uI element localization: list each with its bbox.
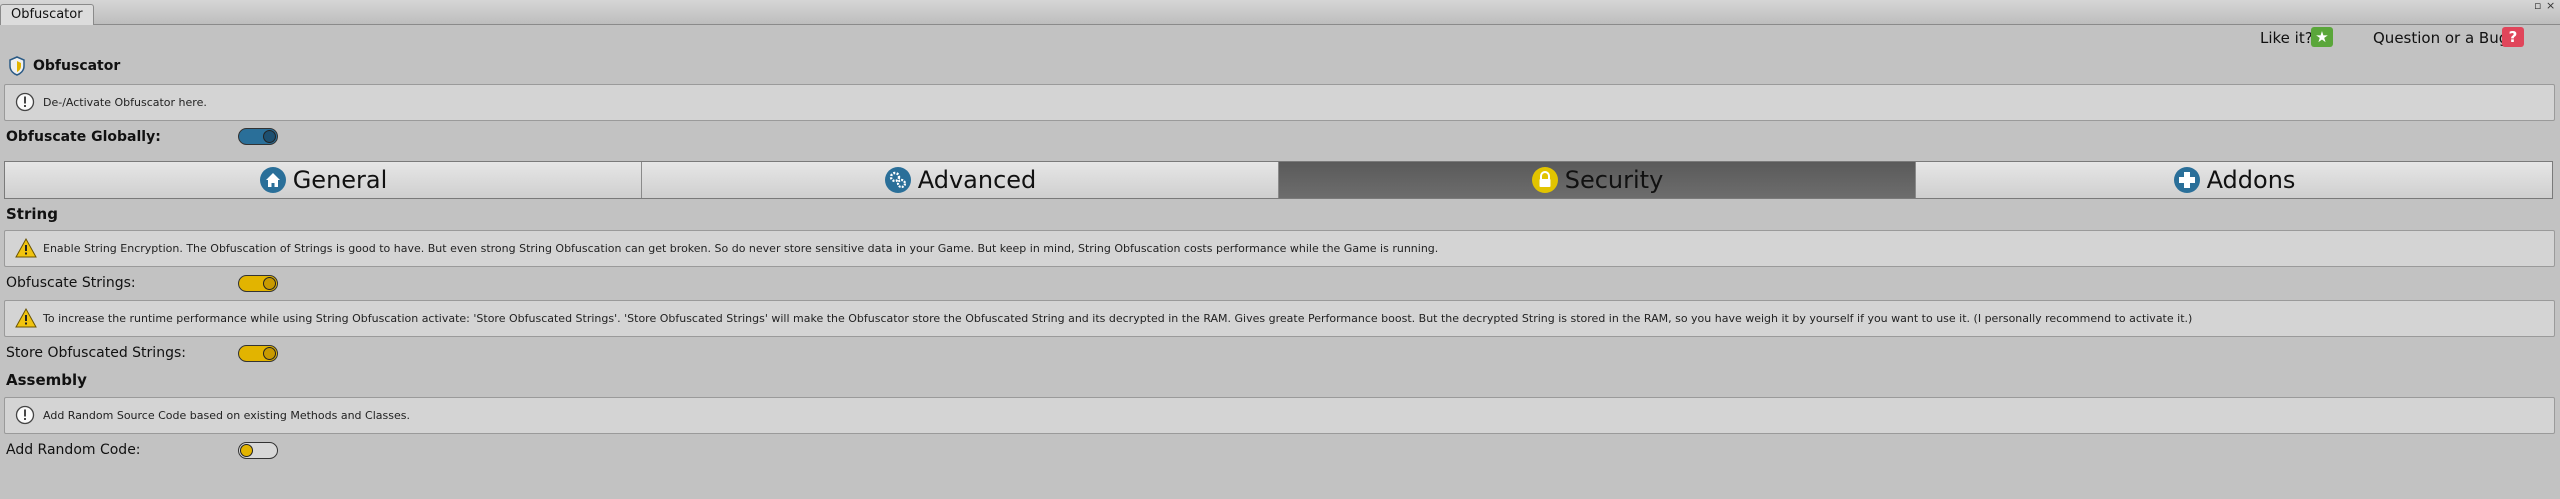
assembly-info-text: Add Random Source Code based on existing… [43, 409, 410, 422]
toggle-knob [263, 347, 276, 360]
store-obfuscated-strings-toggle[interactable] [238, 345, 278, 362]
lock-icon [1531, 167, 1558, 193]
gears-icon [884, 167, 911, 193]
window-titlebar: Obfuscator ▫ × [0, 0, 2560, 25]
obfuscate-globally-toggle[interactable] [238, 128, 278, 145]
toggle-knob [263, 130, 276, 143]
tab-security-label: Security [1564, 166, 1664, 194]
store-warning-box: To increase the runtime performance whil… [4, 300, 2555, 337]
warning-icon [15, 238, 37, 258]
tab-bar: General Advanced Security Addons [4, 161, 2553, 199]
tab-security[interactable]: Security [1279, 162, 1916, 198]
tab-addons-label: Addons [2206, 166, 2296, 194]
warning-icon [15, 308, 37, 328]
tab-advanced[interactable]: Advanced [642, 162, 1279, 198]
tab-advanced-label: Advanced [917, 166, 1037, 194]
intro-help-text: De-/Activate Obfuscator here. [43, 96, 207, 109]
obfuscate-strings-toggle[interactable] [238, 275, 278, 292]
info-icon [15, 405, 35, 425]
add-random-code-label: Add Random Code: [6, 442, 141, 458]
tab-general[interactable]: General [5, 162, 642, 198]
string-warning-text: Enable String Encryption. The Obfuscatio… [43, 242, 1439, 255]
info-icon [15, 92, 35, 112]
home-icon [259, 167, 286, 193]
obfuscate-globally-label: Obfuscate Globally: [6, 129, 161, 145]
like-label: Like it? [2260, 29, 2313, 47]
window-tab-label: Obfuscator [11, 7, 83, 22]
store-warning-text: To increase the runtime performance whil… [43, 312, 2193, 325]
add-random-code-toggle[interactable] [238, 442, 278, 459]
toggle-knob [263, 277, 276, 290]
tab-general-label: General [292, 166, 388, 194]
store-obfuscated-strings-label: Store Obfuscated Strings: [6, 345, 186, 361]
puzzle-icon [2173, 167, 2200, 193]
string-warning-box: Enable String Encryption. The Obfuscatio… [4, 230, 2555, 267]
toggle-knob [240, 444, 253, 457]
shield-icon [9, 56, 25, 76]
window-menu-icon[interactable]: ▫ [2534, 0, 2541, 11]
close-icon[interactable]: × [2546, 0, 2555, 11]
bug-label: Question or a Bug? [2373, 29, 2517, 47]
assembly-section-heading: Assembly [6, 371, 87, 389]
string-section-heading: String [6, 205, 58, 223]
assembly-info-box: Add Random Source Code based on existing… [4, 397, 2555, 434]
intro-helpbox: De-/Activate Obfuscator here. [4, 84, 2555, 121]
question-icon[interactable]: ? [2502, 27, 2524, 47]
obfuscate-strings-label: Obfuscate Strings: [6, 275, 136, 291]
window-tab[interactable]: Obfuscator [0, 4, 94, 25]
page-title: Obfuscator [33, 58, 121, 74]
tab-addons[interactable]: Addons [1916, 162, 2552, 198]
star-icon[interactable]: ★ [2311, 27, 2333, 47]
